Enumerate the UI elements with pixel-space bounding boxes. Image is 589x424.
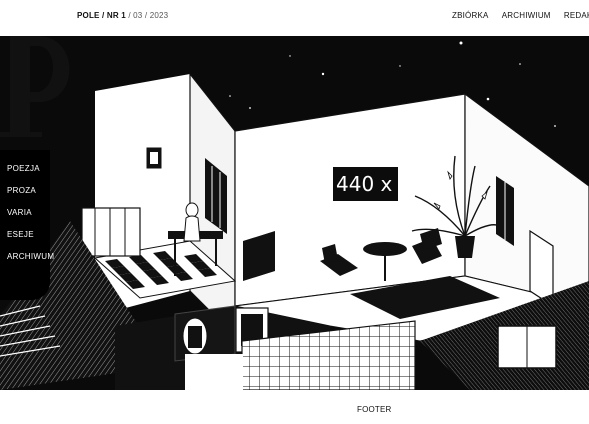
footer-label: FOOTER: [357, 405, 392, 414]
nav-link-zbiorka[interactable]: ZBIÓRKA: [452, 11, 489, 20]
issue-number: POLE / NR 1: [77, 11, 126, 20]
header: POLE / NR 1 / 03 / 2023 ZBIÓRKA ARCHIWIU…: [0, 0, 589, 34]
issue-label: POLE / NR 1 / 03 / 2023: [77, 11, 168, 20]
side-menu-item-eseje[interactable]: ESEJE: [7, 230, 34, 239]
side-menu-item-archiwum[interactable]: ARCHIWUM: [7, 252, 54, 261]
page: POLE / NR 1 / 03 / 2023 ZBIÓRKA ARCHIWIU…: [0, 0, 589, 424]
side-menu-item-proza[interactable]: PROZA: [7, 186, 36, 195]
image-placeholder-label: 440 x 8: [331, 165, 400, 203]
footer: FOOTER: [0, 392, 589, 424]
side-menu-item-poezja[interactable]: POEZJA: [7, 164, 40, 173]
side-menu: POEZJA PROZA VARIA ESEJE ARCHIWUM: [0, 150, 54, 300]
top-navigation: ZBIÓRKA ARCHIWIUM REDAKCJA: [452, 11, 589, 20]
side-menu-item-varia[interactable]: VARIA: [7, 208, 32, 217]
hero-illustration: [0, 36, 589, 390]
nav-link-archiwium[interactable]: ARCHIWIUM: [502, 11, 551, 20]
issue-date: / 03 / 2023: [125, 11, 169, 20]
nav-link-redakcja[interactable]: REDAKCJA: [564, 11, 589, 20]
